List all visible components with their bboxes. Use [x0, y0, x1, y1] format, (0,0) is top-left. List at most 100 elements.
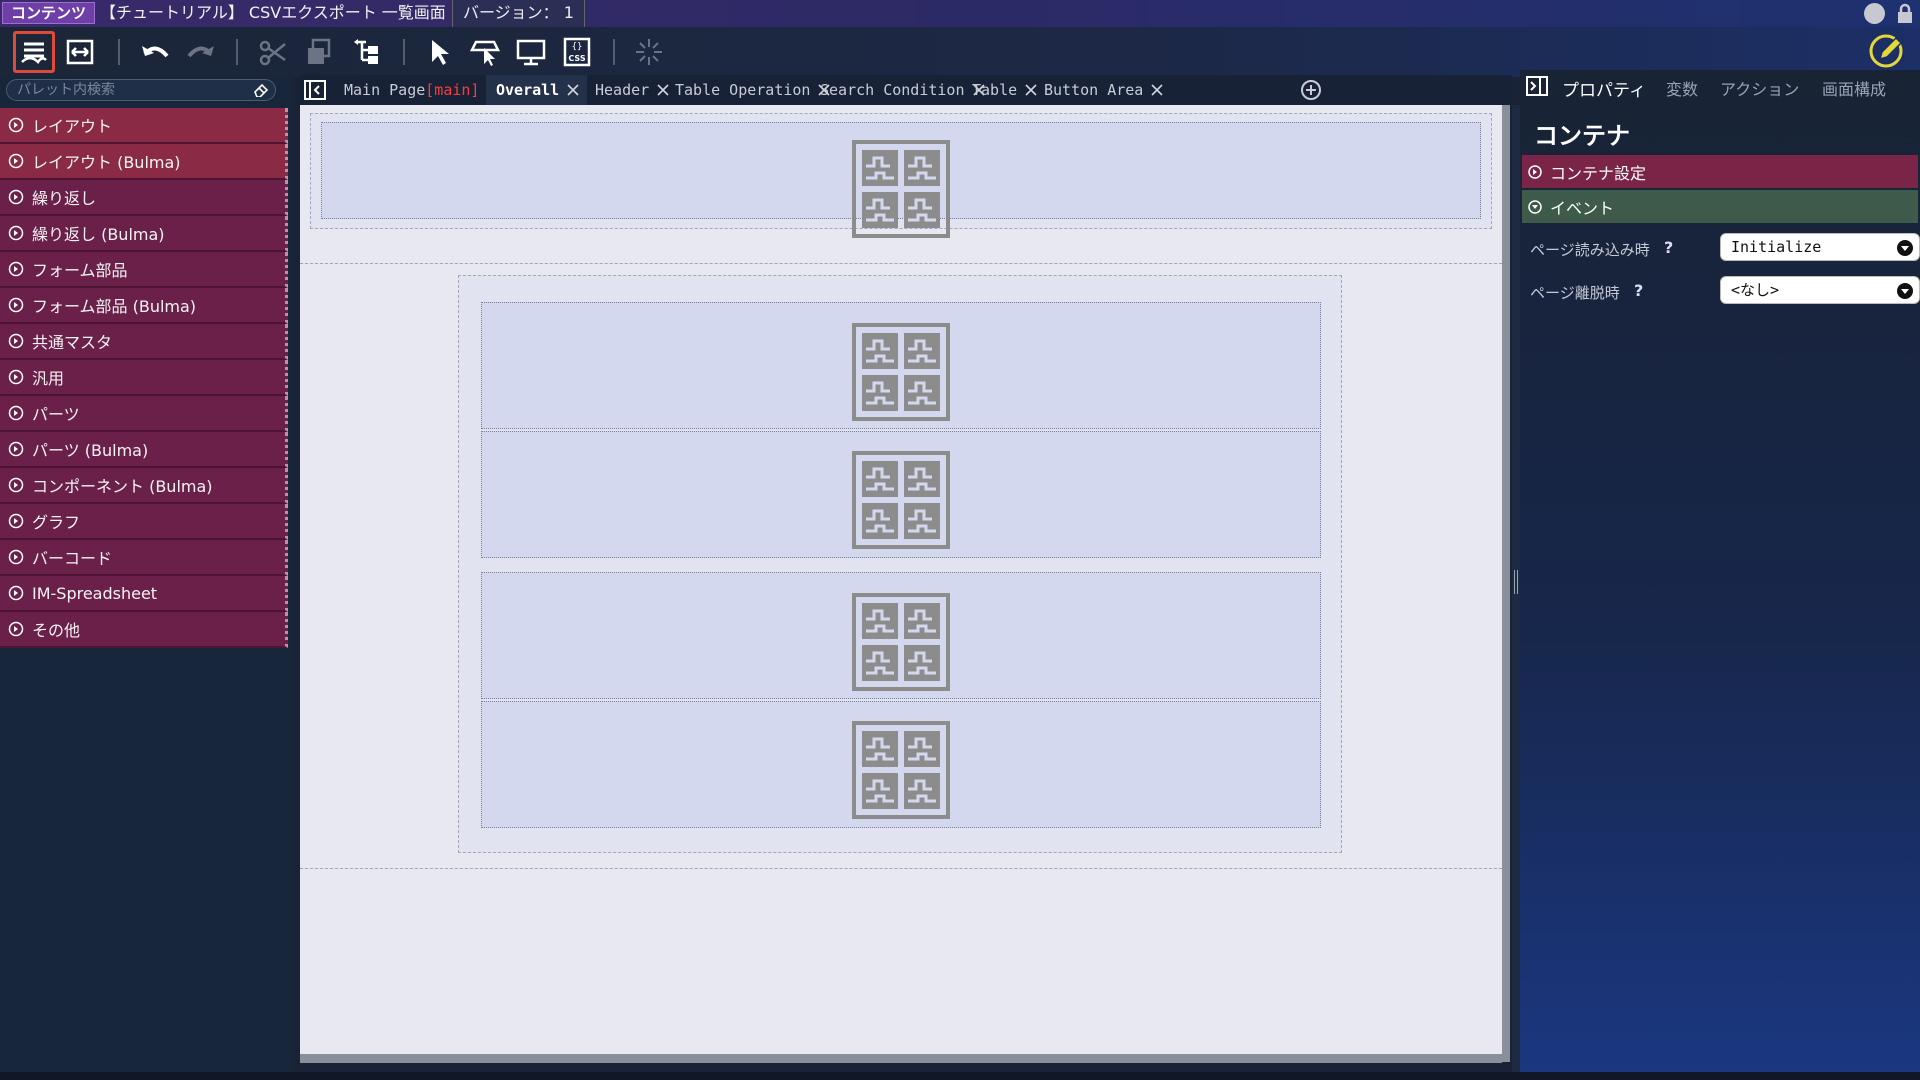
container-settings-section[interactable]: コンテナ設定	[1522, 155, 1918, 188]
collapse-arrow-icon	[1528, 199, 1542, 214]
css-label: CSS	[568, 54, 585, 63]
toolbar-separator	[236, 39, 238, 65]
events-section[interactable]: イベント	[1522, 190, 1918, 223]
insert-pointer-button[interactable]	[464, 31, 506, 73]
palette-category-label: 繰り返し	[32, 189, 97, 208]
page-tab[interactable]: Table	[962, 75, 1045, 105]
palette-panel: レイアウトレイアウト (Bulma) 繰り返し繰り返し (Bulma) フォーム部品…	[0, 77, 292, 1072]
page-tab[interactable]: Overall	[486, 75, 588, 105]
zone-divider	[300, 263, 1502, 264]
panel-splitter[interactable]	[1512, 105, 1520, 1072]
user-avatar-icon[interactable]	[1864, 3, 1885, 24]
expand-arrow-icon	[8, 261, 24, 277]
tab-screen-structure[interactable]: 画面構成	[1822, 76, 1886, 100]
palette-category-label: パーツ	[32, 405, 80, 424]
undo-button[interactable]	[134, 31, 176, 73]
palette-category-label: その他	[32, 621, 81, 640]
page-tab[interactable]: Header	[585, 75, 677, 105]
tab-variables[interactable]: 変数	[1666, 76, 1698, 100]
properties-title: コンテナ	[1534, 122, 1630, 150]
collapse-palette-icon[interactable]	[304, 80, 326, 100]
canvas-horizontal-scrollbar[interactable]	[300, 1054, 1502, 1063]
redo-button[interactable]	[180, 31, 222, 73]
copy-button[interactable]	[298, 31, 340, 73]
palette-category-item[interactable]: バーコード	[0, 540, 288, 576]
close-tab-icon[interactable]	[1151, 84, 1163, 96]
container-icon	[852, 140, 950, 238]
expand-arrow-icon	[8, 549, 24, 565]
expand-arrow-icon	[8, 585, 24, 601]
cut-button[interactable]	[252, 31, 294, 73]
palette-category-item[interactable]: レイアウト (Bulma)	[0, 144, 288, 180]
eraser-icon[interactable]	[253, 83, 269, 97]
css-icon: {} CSS	[563, 37, 591, 67]
expand-arrow-icon	[8, 621, 24, 637]
palette-search	[6, 79, 276, 101]
tab-properties[interactable]: プロパティ	[1562, 76, 1646, 101]
expand-arrow-icon	[8, 369, 24, 385]
tree-button[interactable]	[345, 31, 387, 73]
on-leave-label: ページ離脱時	[1530, 284, 1620, 302]
tab-actions[interactable]: アクション	[1720, 76, 1799, 100]
page-tab[interactable]: Main Page [main]	[334, 75, 487, 105]
on-load-row: ページ読み込み時 ? Initialize	[1530, 233, 1920, 263]
palette-toggle-button[interactable]	[13, 31, 55, 73]
expand-arrow-icon	[8, 405, 24, 421]
palette-category-item[interactable]: フォーム部品 (Bulma)	[0, 288, 288, 324]
select-pointer-button[interactable]	[418, 31, 460, 73]
insert-pointer-icon	[469, 40, 501, 66]
palette-category-item[interactable]: コンポーネント (Bulma)	[0, 468, 288, 504]
palette-category-item[interactable]: 繰り返し (Bulma)	[0, 216, 288, 252]
palette-category-item[interactable]: フォーム部品	[0, 252, 288, 288]
palette-category-item[interactable]: レイアウト	[0, 108, 288, 144]
resize-button[interactable]	[59, 31, 101, 73]
tab-label: Table	[972, 81, 1018, 99]
palette-category-label: グラフ	[32, 513, 81, 532]
palette-list: レイアウト レイアウト (Bulma) 繰り返し 繰り返し (Bulma) フォーム部品…	[0, 108, 290, 648]
sparkle-icon	[636, 39, 662, 65]
effect-button[interactable]	[628, 31, 670, 73]
on-leave-select[interactable]: <なし>	[1720, 276, 1920, 304]
css-button[interactable]: {} CSS	[556, 31, 598, 73]
cut-icon	[259, 40, 286, 66]
tab-main-tag: [main]	[425, 81, 480, 99]
title-bar: コンテンツ 【チュートリアル】 CSVエクスポート 一覧画面 バージョン： 1	[0, 0, 1920, 27]
properties-panel-icon[interactable]	[1526, 76, 1548, 96]
toolbar-separator	[403, 39, 405, 65]
add-tab-icon[interactable]	[1300, 79, 1322, 101]
edit-pencil-icon[interactable]	[1866, 31, 1906, 71]
page-tab[interactable]: Button Area	[1034, 75, 1171, 105]
toolbar-separator	[118, 39, 120, 65]
splitter-grip-icon	[1514, 570, 1518, 594]
tab-label: Overall	[496, 81, 560, 99]
svg-text:{}: {}	[572, 42, 583, 52]
container-settings-label: コンテナ設定	[1550, 163, 1647, 183]
container-icon	[852, 721, 950, 819]
close-tab-icon[interactable]	[567, 84, 579, 96]
palette-category-item[interactable]: 汎用	[0, 360, 288, 396]
preview-button[interactable]	[510, 31, 552, 73]
palette-category-item[interactable]: パーツ	[0, 396, 288, 432]
design-canvas[interactable]	[300, 105, 1502, 1062]
expand-arrow-icon	[8, 333, 24, 349]
on-load-select[interactable]: Initialize	[1720, 233, 1920, 261]
palette-category-item[interactable]: その他	[0, 612, 288, 648]
lock-icon[interactable]	[1895, 3, 1915, 24]
palette-category-item[interactable]: 繰り返し	[0, 180, 288, 216]
canvas-vertical-scrollbar[interactable]	[1502, 105, 1510, 1062]
preview-icon	[516, 39, 546, 66]
toolbar-separator	[613, 39, 615, 65]
page-tab-strip: Main Page [main] Overall Header Table Operat…	[300, 75, 1512, 105]
palette-search-input[interactable]	[17, 81, 247, 99]
palette-category-item[interactable]: IM-Spreadsheet	[0, 576, 288, 612]
tab-label: Header	[595, 81, 650, 99]
palette-category-item[interactable]: 共通マスタ	[0, 324, 288, 360]
palette-category-label: パーツ (Bulma)	[32, 441, 149, 460]
palette-category-item[interactable]: パーツ (Bulma)	[0, 432, 288, 468]
help-icon[interactable]: ?	[1664, 238, 1678, 257]
palette-category-item[interactable]: グラフ	[0, 504, 288, 540]
tab-label: Main Page	[344, 81, 426, 99]
undo-icon	[142, 46, 169, 58]
help-icon[interactable]: ?	[1634, 281, 1648, 300]
content-mode-badge[interactable]: コンテンツ	[2, 2, 96, 24]
